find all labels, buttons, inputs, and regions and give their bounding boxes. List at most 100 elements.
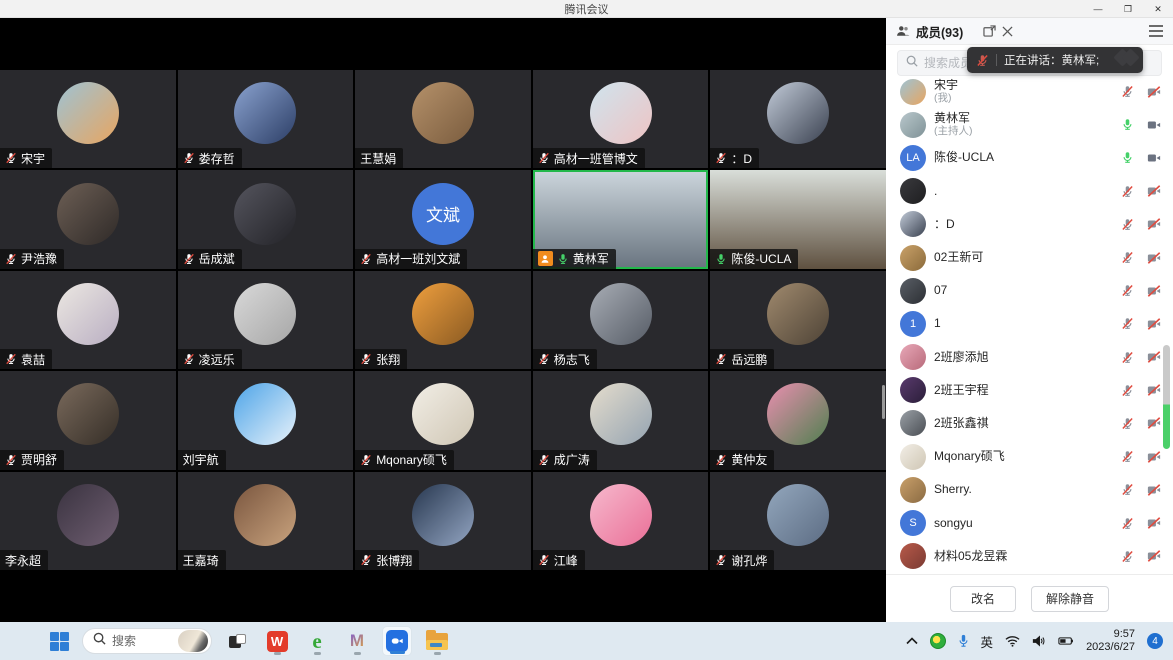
taskbar-search-box[interactable] — [82, 628, 212, 654]
rename-button[interactable]: 改名 — [950, 586, 1016, 612]
microphone-tray-icon[interactable] — [958, 634, 969, 648]
video-tile[interactable]: 岳成斌 — [178, 170, 354, 268]
member-row[interactable]: 11 — [886, 307, 1173, 340]
video-tile[interactable]: Mqonary硕飞 — [355, 371, 531, 469]
muted-mic-icon[interactable] — [1121, 85, 1134, 98]
camera-off-icon[interactable] — [1147, 317, 1161, 331]
member-row[interactable]: 2班廖添旭 — [886, 341, 1173, 374]
clock[interactable]: 9:57 2023/6/27 — [1086, 628, 1135, 654]
member-row[interactable]: Sherry. — [886, 473, 1173, 506]
unmute-button[interactable]: 解除静音 — [1031, 586, 1109, 612]
camera-off-icon[interactable] — [1147, 383, 1161, 397]
member-row[interactable]: Mqonary硕飞 — [886, 440, 1173, 473]
tray-expand-icon[interactable] — [906, 637, 918, 645]
muted-mic-icon[interactable] — [1121, 417, 1134, 430]
camera-off-icon[interactable] — [1147, 217, 1161, 231]
member-row[interactable]: 宋宇(我) — [886, 75, 1173, 108]
muted-mic-icon[interactable] — [1121, 351, 1134, 364]
video-tile[interactable]: 谢孔烨 — [710, 472, 886, 570]
video-tile[interactable]: 王嘉琦 — [178, 472, 354, 570]
muted-mic-icon[interactable] — [1121, 550, 1134, 563]
video-tile[interactable]: 黄仲友 — [710, 371, 886, 469]
video-tile[interactable]: 尹浩豫 — [0, 170, 176, 268]
camera-on-icon[interactable] — [1147, 118, 1161, 132]
video-tile[interactable]: 江峰 — [533, 472, 709, 570]
m-app-button[interactable]: M — [342, 626, 372, 656]
video-tile[interactable]: 娄存哲 — [178, 70, 354, 168]
member-row[interactable]: 黄林军(主持人) — [886, 108, 1173, 141]
member-row[interactable]: . — [886, 175, 1173, 208]
video-tile[interactable]: 成广涛 — [533, 371, 709, 469]
muted-mic-icon[interactable] — [1121, 317, 1134, 330]
battery-icon[interactable] — [1058, 636, 1074, 646]
mic-on-icon[interactable] — [1121, 151, 1134, 164]
start-button[interactable] — [46, 628, 72, 654]
video-tile[interactable]: 文斌高材一班刘文斌 — [355, 170, 531, 268]
minimize-button[interactable]: — — [1083, 0, 1113, 18]
member-row[interactable]: Ssongyu — [886, 506, 1173, 539]
search-highlight-image[interactable] — [178, 630, 208, 652]
camera-on-icon[interactable] — [1147, 151, 1161, 165]
close-button[interactable]: ✕ — [1143, 0, 1173, 18]
member-row[interactable]: LA陈俊-UCLA — [886, 141, 1173, 174]
member-row[interactable]: 材料05龙昱霖 — [886, 540, 1173, 573]
member-row[interactable]: 2班张鑫祺 — [886, 407, 1173, 440]
muted-mic-icon[interactable] — [1121, 483, 1134, 496]
muted-mic-icon[interactable] — [1121, 384, 1134, 397]
task-view-button[interactable] — [222, 626, 252, 656]
camera-off-icon[interactable] — [1147, 416, 1161, 430]
video-tile[interactable]: 张博翔 — [355, 472, 531, 570]
video-tile[interactable]: 岳远鹏 — [710, 271, 886, 369]
input-method-indicator[interactable]: 英 — [981, 632, 994, 651]
video-tile[interactable]: 黄林军 — [533, 170, 709, 268]
video-tile[interactable]: 刘宇航 — [178, 371, 354, 469]
video-tile[interactable]: 袁喆 — [0, 271, 176, 369]
wps-app-button[interactable]: W — [262, 626, 292, 656]
camera-off-icon[interactable] — [1147, 85, 1161, 99]
video-tile[interactable]: 宋宇 — [0, 70, 176, 168]
camera-off-icon[interactable] — [1147, 350, 1161, 364]
video-tile[interactable]: 贾明舒 — [0, 371, 176, 469]
video-tile[interactable]: 高材一班管博文 — [533, 70, 709, 168]
taskbar-search-input[interactable] — [112, 634, 172, 648]
wifi-icon[interactable] — [1005, 635, 1020, 647]
antivirus-tray-icon[interactable] — [930, 633, 946, 649]
grid-scrollbar[interactable] — [882, 385, 885, 419]
camera-off-icon[interactable] — [1147, 450, 1161, 464]
video-tile[interactable]: 凌远乐 — [178, 271, 354, 369]
member-list-scrollbar[interactable] — [1163, 345, 1170, 449]
camera-off-icon[interactable] — [1147, 516, 1161, 530]
member-row[interactable]: 07 — [886, 274, 1173, 307]
file-explorer-button[interactable] — [422, 626, 452, 656]
maximize-button[interactable]: ❐ — [1113, 0, 1143, 18]
volume-icon[interactable] — [1032, 635, 1046, 647]
video-tile[interactable]: 王慧娟 — [355, 70, 531, 168]
mic-on-icon[interactable] — [1121, 118, 1134, 131]
member-row[interactable]: 2班王宇程 — [886, 374, 1173, 407]
popout-panel-icon[interactable] — [983, 25, 996, 37]
video-tile[interactable]: 张翔 — [355, 271, 531, 369]
menu-icon[interactable] — [1149, 25, 1163, 37]
muted-mic-icon[interactable] — [1121, 218, 1134, 231]
camera-off-icon[interactable] — [1147, 284, 1161, 298]
muted-mic-icon[interactable] — [1121, 517, 1134, 530]
camera-off-icon[interactable] — [1147, 549, 1161, 563]
video-tile[interactable]: 杨志飞 — [533, 271, 709, 369]
video-tile[interactable]: 陈俊-UCLA — [710, 170, 886, 268]
notification-badge[interactable]: 4 — [1147, 633, 1163, 649]
muted-mic-icon[interactable] — [1121, 185, 1134, 198]
muted-mic-icon[interactable] — [1121, 284, 1134, 297]
muted-mic-icon[interactable] — [1121, 251, 1134, 264]
member-row[interactable]: 02王新可 — [886, 241, 1173, 274]
muted-mic-icon[interactable] — [1121, 450, 1134, 463]
member-row[interactable]: ：D — [886, 208, 1173, 241]
video-tile[interactable]: 李永超 — [0, 472, 176, 570]
member-avatar: S — [900, 510, 926, 536]
close-panel-icon[interactable] — [1002, 26, 1013, 37]
browser-app-button[interactable]: e — [302, 626, 332, 656]
camera-off-icon[interactable] — [1147, 251, 1161, 265]
video-tile[interactable]: ：D — [710, 70, 886, 168]
camera-off-icon[interactable] — [1147, 483, 1161, 497]
tencent-meeting-app-button[interactable] — [382, 626, 412, 656]
camera-off-icon[interactable] — [1147, 184, 1161, 198]
